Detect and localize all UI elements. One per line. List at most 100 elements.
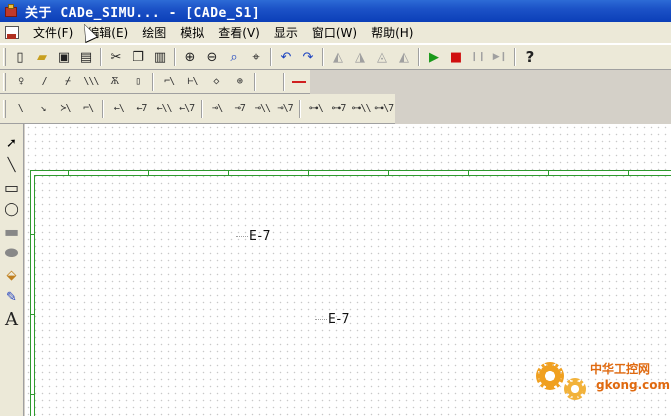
pushbutton-symbol-label: E-7 (249, 229, 271, 244)
diode-icon[interactable]: ◇ (204, 71, 227, 93)
save-icon[interactable]: ▣ (53, 46, 75, 68)
run-icon[interactable]: ▶ (423, 46, 445, 68)
filled-rect-tool-icon[interactable]: ▬ (1, 220, 23, 242)
contact-4-icon[interactable]: ⌐\ (77, 98, 100, 120)
flip-icon[interactable]: ◬ (371, 46, 393, 68)
rectangle-tool-icon[interactable]: ▭ (1, 176, 23, 198)
cade-simu-window: 关于 CADe_SIMU... - [CADe_S1] 文件(F) 编辑(E) … (0, 0, 671, 416)
open-folder-icon[interactable]: ▰ (31, 46, 53, 68)
mushroom-no-icon[interactable]: ⊶\ (304, 98, 327, 120)
contact-3-icon[interactable]: ≻\ (54, 98, 77, 120)
undo-icon[interactable]: ↶ (275, 46, 297, 68)
mushroom-nc-icon[interactable]: ⊶7 (327, 98, 350, 120)
paste-icon[interactable]: ▥ (149, 46, 171, 68)
drawing-tool-palette: ➚ ╲ ▭ ◯ ▬ ⬬ ⬙ ✎ A (0, 124, 24, 416)
color-picker-icon[interactable]: ✎ (1, 286, 23, 308)
text-tool-icon[interactable]: A (1, 308, 23, 330)
toolbar-grip[interactable] (3, 48, 6, 66)
symbols-toolbar: ♀ / ⌿ \\\ Ѫ ▯ ⌐\ ⊢\ ◇ ⊕ (0, 70, 310, 94)
help-icon[interactable]: ? (519, 46, 541, 68)
new-file-icon[interactable]: ▯ (9, 46, 31, 68)
step-icon[interactable]: ▶❙ (489, 46, 511, 68)
breaker-icon[interactable]: Ѫ (103, 71, 126, 93)
stop-icon[interactable]: ■ (445, 46, 467, 68)
toolbar-separator (102, 99, 105, 118)
pushbutton-no-icon[interactable]: ←\ (107, 98, 130, 120)
mushroom-dual-nc-icon[interactable]: ⊶\7 (372, 98, 395, 120)
pushbutton-dual-icon[interactable]: ←\\ (153, 98, 176, 120)
toolbar-separator (283, 72, 286, 91)
menu-display[interactable]: 显示 (267, 23, 305, 43)
title-bar[interactable]: 关于 CADe_SIMU... - [CADe_S1] (0, 0, 671, 22)
arrow-select-icon[interactable]: ➚ (1, 132, 23, 154)
pushbutton-dual-nc-icon[interactable]: ←\7 (175, 98, 198, 120)
copy-icon[interactable]: ❐ (127, 46, 149, 68)
line-tool-icon[interactable]: ╲ (1, 154, 23, 176)
ellipse-tool-icon[interactable]: ◯ (1, 198, 23, 220)
switch-icon[interactable]: ⌐\ (157, 71, 180, 93)
mirror-icon[interactable]: ◭ (393, 46, 415, 68)
cut-icon[interactable]: ✂ (105, 46, 127, 68)
align-center-icon[interactable]: ◮ (349, 46, 371, 68)
blank-tool-icon[interactable] (259, 71, 280, 93)
toolbar-separator (514, 48, 516, 66)
window-title: 关于 CADe_SIMU... - [CADe_S1] (25, 5, 261, 21)
menu-draw[interactable]: 绘图 (135, 23, 173, 43)
rotary-nc-icon[interactable]: ⊸7 (229, 98, 252, 120)
pushbutton-symbol-1[interactable]: E-7 (236, 229, 271, 244)
print-icon[interactable]: ▤ (75, 46, 97, 68)
watermark-url: gkong.com (596, 378, 671, 392)
toolbar-grip[interactable] (3, 72, 6, 91)
fill-bucket-icon[interactable]: ⬙ (1, 264, 23, 286)
menu-simulate[interactable]: 模拟 (173, 23, 211, 43)
filled-ellipse-tool-icon[interactable]: ⬬ (1, 242, 23, 264)
pause-icon[interactable]: ❙❙ (467, 46, 489, 68)
toolbar-separator (270, 48, 272, 66)
fuse-icon[interactable]: ▯ (126, 71, 149, 93)
toolbar-separator (152, 72, 155, 91)
frame-ruler-tick (30, 394, 35, 395)
toolbar-grip[interactable] (3, 99, 6, 118)
node-icon[interactable]: ⊕ (228, 71, 251, 93)
zoom-fit-icon[interactable]: ⌕ (223, 46, 245, 68)
contact-2-icon[interactable]: ↘ (32, 98, 55, 120)
menu-file[interactable]: 文件(F) (26, 23, 80, 43)
toolbar-separator (322, 48, 324, 66)
pushbutton-symbol-2[interactable]: E-7 (315, 312, 350, 327)
switch-nc-icon[interactable]: ⊢\ (181, 71, 204, 93)
frame-ruler-tick (30, 314, 35, 315)
pushbutton-symbol-label: E-7 (328, 312, 350, 327)
menu-help[interactable]: 帮助(H) (364, 23, 420, 43)
toolbar-separator (299, 99, 302, 118)
menu-view[interactable]: 查看(V) (211, 23, 267, 43)
toolbar-separator (100, 48, 102, 66)
menu-bar: 文件(F) 编辑(E) 绘图 模拟 查看(V) 显示 窗口(W) 帮助(H) (0, 22, 671, 44)
contacts-toolbar: \ ↘ ≻\ ⌐\ ←\ ←7 ←\\ ←\7 ⊸\ ⊸7 ⊸\\ ⊸\7 ⊶\… (0, 94, 395, 124)
rotary-dual-icon[interactable]: ⊸\\ (251, 98, 274, 120)
contact-nc-icon[interactable]: ⌿ (56, 71, 79, 93)
redo-icon[interactable]: ↷ (297, 46, 319, 68)
frame-ruler-tick (30, 234, 35, 235)
multi-contact-icon[interactable]: \\\ (79, 71, 102, 93)
zoom-window-icon[interactable]: ⌖ (245, 46, 267, 68)
contact-no-icon[interactable]: / (32, 71, 55, 93)
toolbar-separator (254, 72, 257, 91)
menu-window[interactable]: 窗口(W) (305, 23, 364, 43)
contact-1-icon[interactable]: \ (9, 98, 32, 120)
pushbutton-nc-icon[interactable]: ←7 (130, 98, 153, 120)
toolbar-separator (174, 48, 176, 66)
wire-icon[interactable] (288, 71, 309, 93)
toolbar-separator (200, 99, 203, 118)
app-icon[interactable] (3, 3, 19, 19)
rotary-no-icon[interactable]: ⊸\ (206, 98, 229, 120)
gkong-watermark: 中华工控网 gkong.com (532, 352, 670, 408)
zoom-out-icon[interactable]: ⊖ (201, 46, 223, 68)
align-left-icon[interactable]: ◭ (327, 46, 349, 68)
watermark-chinese-text: 中华工控网 (590, 362, 651, 376)
rotary-dual-nc-icon[interactable]: ⊸\7 (274, 98, 297, 120)
gear-icon (536, 362, 564, 390)
zoom-in-icon[interactable]: ⊕ (179, 46, 201, 68)
mushroom-dual-icon[interactable]: ⊶\\ (350, 98, 373, 120)
document-icon[interactable] (4, 25, 22, 41)
terminal-icon[interactable]: ♀ (9, 71, 32, 93)
